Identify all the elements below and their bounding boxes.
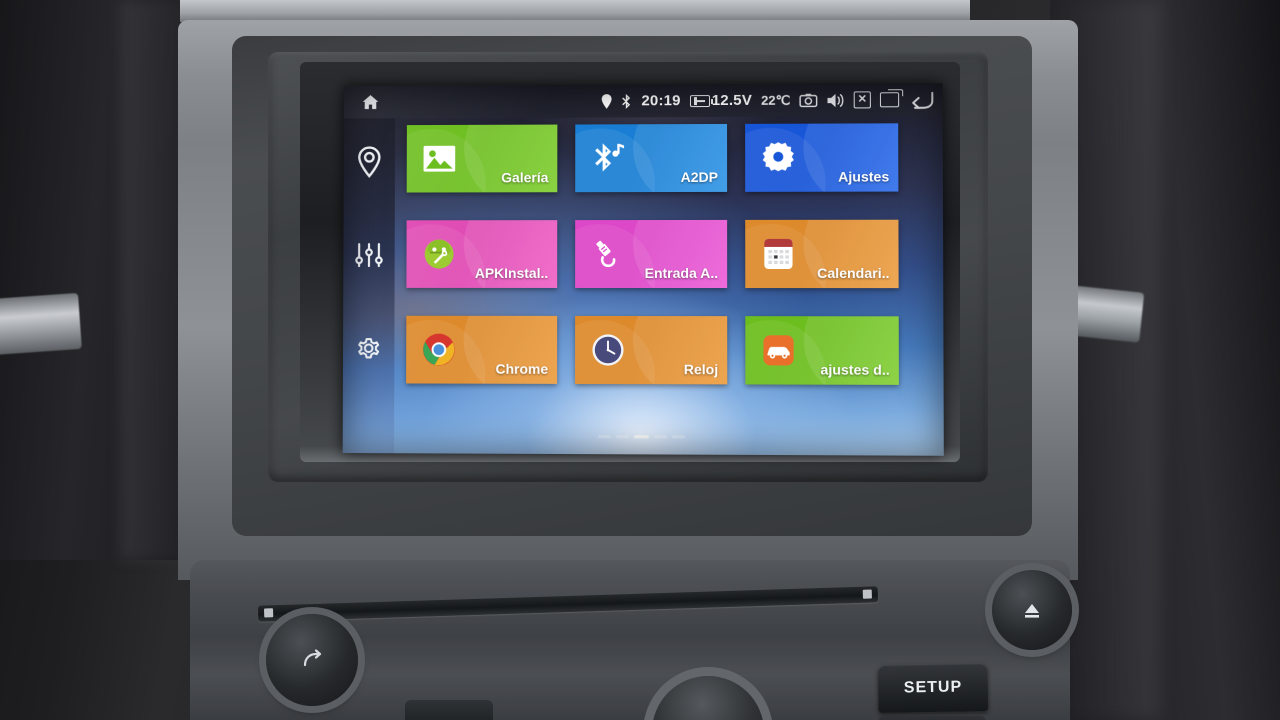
- apk-installer-icon: [412, 237, 466, 271]
- status-bar-spacer: [387, 101, 601, 102]
- dashboard-left-panel: [0, 0, 200, 560]
- back-arrow-icon[interactable]: [908, 91, 934, 109]
- app-tile-a2dp[interactable]: A2DP: [575, 123, 728, 193]
- status-bar: 20:19 12.5V 22℃ ✕: [343, 83, 943, 119]
- app-label: Reloj: [683, 361, 719, 378]
- head-unit-screen[interactable]: 20:19 12.5V 22℃ ✕ Galería A2DP Ajustes A…: [342, 83, 944, 456]
- power-volume-knob[interactable]: [266, 614, 358, 706]
- equalizer-sliders-icon: [354, 241, 384, 269]
- app-label: ajustes d..: [820, 361, 890, 378]
- app-tile-entrada-aux[interactable]: Entrada A..: [575, 219, 728, 289]
- close-box-icon[interactable]: ✕: [853, 91, 871, 109]
- page-dot[interactable]: [597, 435, 611, 439]
- car-settings-icon: [751, 334, 805, 366]
- app-tile-galeria[interactable]: Galería: [406, 124, 558, 193]
- voltage-value: 12.5V: [711, 91, 753, 110]
- status-time: 20:19: [641, 92, 681, 110]
- eject-knob[interactable]: [992, 570, 1072, 650]
- app-grid: Galería A2DP Ajustes APKInstal.. Entrada…: [400, 123, 942, 425]
- volume-icon[interactable]: [826, 92, 844, 108]
- page-dot[interactable]: [671, 435, 685, 439]
- sidebar-item-navigation[interactable]: [350, 142, 390, 182]
- battery-icon: [689, 94, 710, 107]
- aux-input-jack-icon: [581, 237, 635, 271]
- page-dot[interactable]: [653, 435, 667, 439]
- screenshot-root: 20:19 12.5V 22℃ ✕ Galería A2DP Ajustes A…: [0, 0, 1280, 720]
- gallery-image-icon: [413, 145, 466, 173]
- app-label: APKInstal..: [474, 265, 549, 281]
- app-tile-apkinstaller[interactable]: APKInstal..: [406, 220, 558, 288]
- faceplate-button-right[interactable]: [878, 716, 986, 720]
- recents-icon[interactable]: [879, 92, 900, 108]
- faceplate-button-left[interactable]: [405, 700, 493, 720]
- dashboard-top-trim: [180, 0, 970, 22]
- camera-icon[interactable]: [799, 93, 817, 108]
- voltage-indicator: 12.5V: [689, 91, 753, 110]
- home-icon: [362, 94, 379, 109]
- page-dot[interactable]: [615, 435, 629, 439]
- app-label: Calendari..: [817, 264, 890, 282]
- app-label: Entrada A..: [644, 264, 719, 282]
- app-tile-calendario[interactable]: Calendari..: [745, 219, 899, 289]
- status-bar-icons: 20:19 12.5V 22℃ ✕: [602, 91, 935, 110]
- eject-icon: [1025, 604, 1039, 618]
- app-tile-ajustes-del-coche[interactable]: ajustes d..: [745, 316, 899, 385]
- app-label: A2DP: [680, 168, 719, 186]
- dashboard-right-panel: [1050, 0, 1280, 720]
- bluetooth-icon: [622, 93, 631, 109]
- bluetooth-audio-icon: [581, 142, 635, 174]
- setup-button[interactable]: SETUP: [877, 663, 989, 713]
- app-tile-reloj[interactable]: Reloj: [575, 315, 728, 385]
- home-button[interactable]: [354, 92, 388, 112]
- calendar-icon: [751, 238, 805, 270]
- chrome-trim-left: [0, 292, 82, 356]
- chrome-icon: [412, 333, 466, 367]
- app-label: Galería: [501, 169, 549, 186]
- power-knob-icon: [303, 649, 322, 667]
- sidebar-item-settings[interactable]: [349, 329, 389, 369]
- side-dock: [342, 118, 396, 454]
- gear-icon: [354, 334, 384, 364]
- sidebar-item-equalizer[interactable]: [349, 235, 389, 275]
- temperature-value: 22℃: [761, 92, 791, 108]
- clock-icon: [581, 333, 635, 367]
- location-pin-icon: [602, 93, 612, 109]
- app-tile-ajustes[interactable]: Ajustes: [745, 123, 899, 192]
- app-tile-chrome[interactable]: Chrome: [406, 315, 558, 384]
- app-label: Chrome: [495, 360, 549, 377]
- gear-icon: [751, 141, 805, 175]
- location-pin-icon: [356, 146, 382, 178]
- page-dot-active[interactable]: [633, 435, 649, 439]
- app-label: Ajustes: [838, 168, 890, 185]
